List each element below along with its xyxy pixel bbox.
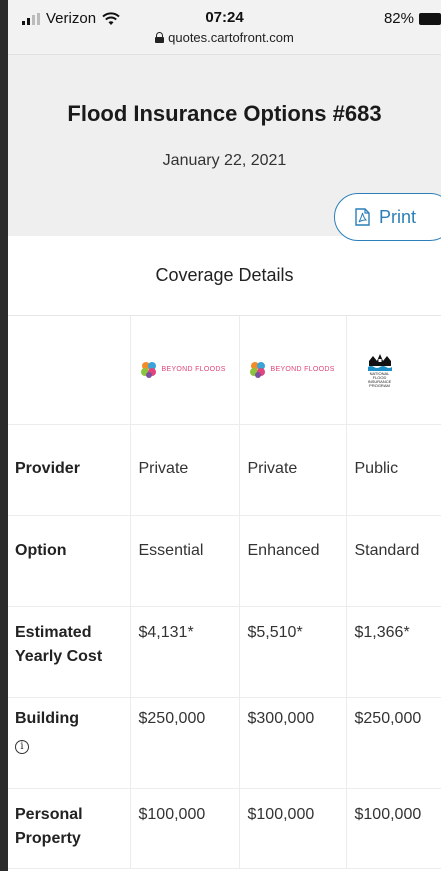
table-cell: $250,000 bbox=[346, 697, 441, 789]
table-cell: Public bbox=[346, 424, 441, 516]
beyond-floods-logo: BEYOND FLOODS bbox=[248, 360, 346, 380]
quote-date: January 22, 2021 bbox=[162, 152, 287, 169]
table-cell: $100,000 bbox=[130, 788, 240, 869]
flower-icon bbox=[249, 361, 265, 378]
clock: 07:24 bbox=[205, 9, 244, 26]
table-cell: $100,000 bbox=[239, 788, 347, 869]
table-cell: Standard bbox=[346, 515, 441, 607]
table-row: Building i $250,000 $300,000 $250,000 bbox=[8, 697, 441, 789]
row-label: Personal Property bbox=[8, 788, 131, 869]
coverage-section-title: Coverage Details bbox=[8, 236, 441, 316]
beyond-floods-logo: BEYOND FLOODS bbox=[139, 360, 239, 380]
device-frame bbox=[0, 0, 8, 871]
table-cell: Essential bbox=[130, 515, 240, 607]
table-row: Provider Private Private Public bbox=[8, 424, 441, 516]
table-cell: Private bbox=[239, 424, 347, 516]
table-cell: $1,366* bbox=[346, 606, 441, 698]
logo-cell: NATIONAL FLOOD INSURANCE PROGRAM bbox=[346, 316, 441, 425]
info-icon[interactable]: i bbox=[15, 739, 29, 754]
address-bar[interactable]: quotes.cartofront.com bbox=[8, 30, 441, 45]
table-row: Option Essential Enhanced Standard bbox=[8, 515, 441, 607]
table-row: Personal Property $100,000 $100,000 $100… bbox=[8, 788, 441, 869]
url-text: quotes.cartofront.com bbox=[168, 30, 294, 45]
table-cell: $250,000 bbox=[130, 697, 240, 789]
row-label-cell: Building i bbox=[8, 697, 131, 789]
table-cell: $300,000 bbox=[239, 697, 347, 789]
row-label: Building bbox=[15, 709, 79, 727]
row-label: Provider bbox=[8, 424, 131, 516]
table-cell: $100,000 bbox=[346, 788, 441, 869]
houses-icon bbox=[367, 354, 392, 372]
table-cell: $5,510* bbox=[239, 606, 347, 698]
page-header: Flood Insurance Options #683 January 22,… bbox=[8, 54, 441, 241]
row-label: Estimated Yearly Cost bbox=[8, 606, 131, 698]
table-row: Estimated Yearly Cost $4,131* $5,510* $1… bbox=[8, 606, 441, 698]
status-bar: Verizon 07:24 quotes.cartofront.com 82% bbox=[8, 0, 441, 54]
empty-cell bbox=[8, 316, 131, 425]
table-cell: Enhanced bbox=[239, 515, 347, 607]
logo-cell: BEYOND FLOODS bbox=[239, 316, 347, 425]
logo-cell: BEYOND FLOODS bbox=[130, 316, 240, 425]
row-label: Option bbox=[8, 515, 131, 607]
coverage-table: BEYOND FLOODS BEYOND FLOODS NATIONAL FLO… bbox=[8, 316, 441, 869]
pdf-icon bbox=[355, 208, 370, 226]
battery-percent: 82% bbox=[383, 10, 414, 27]
print-button[interactable]: Print bbox=[334, 193, 441, 241]
table-cell: $4,131* bbox=[130, 606, 240, 698]
phone-screen: Verizon 07:24 quotes.cartofront.com 82% … bbox=[8, 0, 441, 871]
lock-icon bbox=[155, 32, 165, 43]
logo-row: BEYOND FLOODS BEYOND FLOODS NATIONAL FLO… bbox=[8, 316, 441, 425]
flower-icon bbox=[140, 361, 156, 378]
print-label: Print bbox=[379, 206, 417, 227]
nfip-logo: NATIONAL FLOOD INSURANCE PROGRAM bbox=[367, 351, 393, 388]
battery-icon bbox=[419, 12, 441, 25]
page-title: Flood Insurance Options #683 bbox=[67, 101, 382, 126]
table-cell: Private bbox=[130, 424, 240, 516]
